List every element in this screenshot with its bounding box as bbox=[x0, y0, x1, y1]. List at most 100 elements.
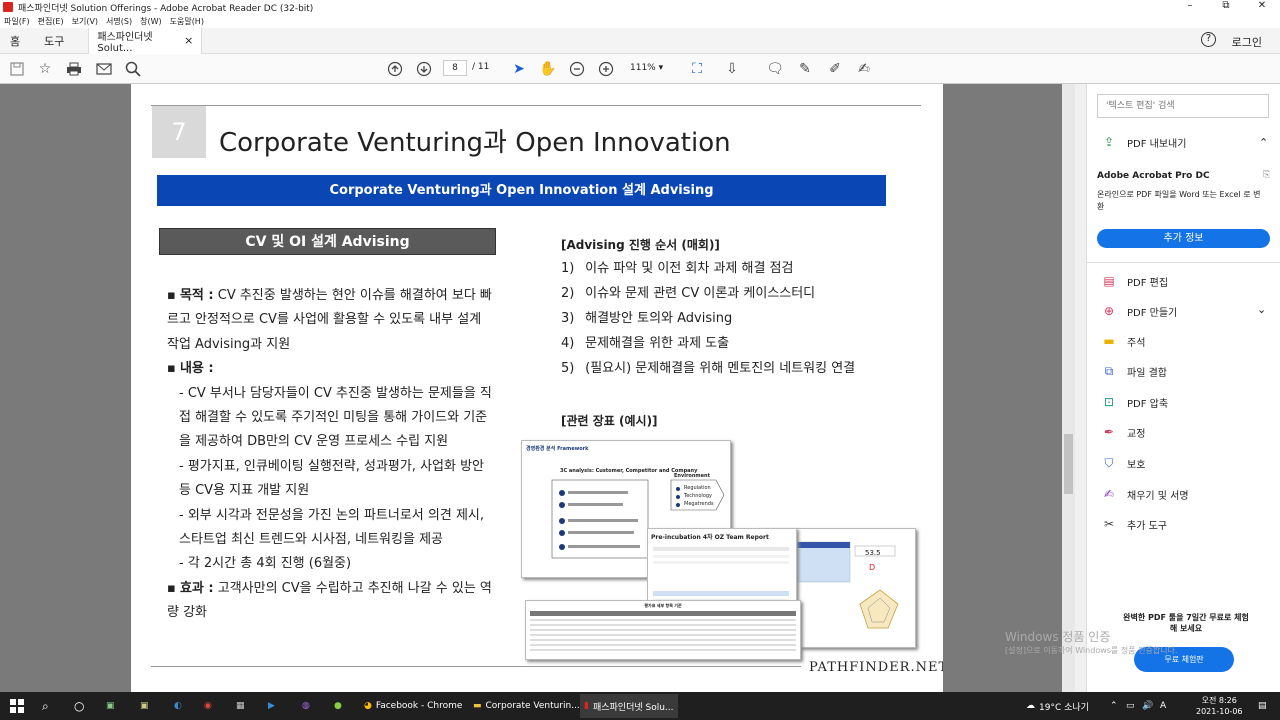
document-viewer: 7 Corporate Venturing과 Open Innovation C… bbox=[0, 84, 1075, 692]
tool-redact[interactable]: ✒ 교정 bbox=[1101, 424, 1145, 440]
print-icon[interactable] bbox=[65, 60, 83, 78]
tools-pane: '텍스트 편집' 검색 ⇪ PDF 내보내기 ⌃ Adobe Acrobat P… bbox=[1086, 84, 1280, 692]
scroll-mode-icon[interactable]: ⇩ bbox=[723, 60, 741, 78]
tool-protect[interactable]: ⛉ 보호 bbox=[1101, 455, 1145, 471]
tray-chevron-icon[interactable]: ⌃ bbox=[1110, 696, 1118, 716]
tab-tools[interactable]: 도구 bbox=[44, 33, 64, 49]
prev-page-icon[interactable] bbox=[386, 60, 404, 78]
select-cursor-icon[interactable]: ➤ bbox=[510, 60, 528, 78]
notification-icon[interactable]: ▤ bbox=[1258, 696, 1267, 716]
help-icon[interactable]: ? bbox=[1201, 32, 1216, 47]
scrollbar-thumb[interactable] bbox=[1064, 434, 1073, 494]
email-icon[interactable] bbox=[95, 60, 113, 78]
app-icon[interactable]: ▣ bbox=[140, 696, 149, 716]
purpose-bullet: ▪ 목적 : CV 추진중 발생하는 현안 이슈를 해결하여 보다 빠르고 안정… bbox=[167, 288, 492, 352]
menu-help[interactable]: 도움말(H) bbox=[170, 16, 204, 27]
zoom-in-icon[interactable] bbox=[597, 60, 615, 78]
export-pdf-item[interactable]: ⇪ PDF 내보내기 bbox=[1101, 134, 1187, 150]
clock[interactable]: 오전 8:26 2021-10-06 bbox=[1196, 695, 1243, 717]
shield-icon: ⛉ bbox=[1104, 455, 1114, 470]
zoom-icon[interactable]: ▶ bbox=[268, 696, 275, 716]
menu-file[interactable]: 파일(F) bbox=[4, 16, 30, 27]
close-button[interactable]: ✕ bbox=[1244, 0, 1280, 11]
highlight-pen-icon[interactable]: ✎ bbox=[796, 60, 814, 78]
maximize-button[interactable]: ⧉ bbox=[1208, 0, 1244, 11]
next-page-icon[interactable] bbox=[415, 60, 433, 78]
search-icon[interactable] bbox=[124, 60, 142, 78]
effect-bullet: ▪ 효과 : 고객사만의 CV을 수립하고 추진해 나갈 수 있는 역량 강화 bbox=[167, 580, 492, 621]
tool-more[interactable]: ✂ 추가 도구 bbox=[1101, 516, 1167, 532]
taskbar-label: Corporate Venturin... bbox=[485, 701, 580, 711]
draw-icon[interactable]: ✐ bbox=[826, 60, 844, 78]
taskbar-label: 패스파인더넷 Solu... bbox=[592, 702, 674, 713]
menu-view[interactable]: 보기(V) bbox=[72, 16, 98, 27]
tab-document[interactable]: 패스파인더넷 Solut... × bbox=[88, 27, 203, 54]
search-icon[interactable]: ⌕ bbox=[42, 696, 49, 716]
tool-fill-sign[interactable]: ✍ 채우기 및 서명 bbox=[1101, 486, 1189, 502]
fit-page-icon[interactable]: ⛶ bbox=[688, 60, 706, 78]
taskbar-word[interactable]: ▬ Corporate Venturin... bbox=[473, 696, 580, 716]
network-icon[interactable]: ▭ bbox=[1126, 696, 1135, 716]
app-icon[interactable]: ▦ bbox=[236, 696, 245, 716]
chevron-down-icon[interactable]: ⌄ bbox=[1257, 303, 1266, 316]
ime-indicator[interactable]: A bbox=[1160, 696, 1166, 716]
tool-edit-pdf[interactable]: ▤ PDF 편집 bbox=[1101, 273, 1168, 289]
volume-icon[interactable]: 🔊 bbox=[1142, 696, 1153, 716]
tool-label: 채우기 및 서명 bbox=[1127, 490, 1189, 502]
doc1-item: Technology bbox=[684, 493, 713, 499]
tool-label: PDF 압축 bbox=[1127, 398, 1169, 410]
more-info-button[interactable]: 추가 정보 bbox=[1097, 229, 1270, 248]
menu-window[interactable]: 창(W) bbox=[140, 16, 162, 27]
share-icon[interactable]: ⎘ bbox=[1263, 170, 1270, 180]
app-icon[interactable]: ● bbox=[334, 696, 342, 716]
fill-sign-icon: ✍ bbox=[1103, 487, 1115, 501]
tool-search-input[interactable]: '텍스트 편집' 검색 bbox=[1097, 94, 1269, 118]
messenger-icon[interactable]: ◍ bbox=[302, 696, 310, 716]
taskbar-acrobat[interactable]: ▮ 패스파인더넷 Solu... bbox=[580, 694, 678, 718]
content-label: 내용 : bbox=[179, 361, 214, 377]
tool-compress[interactable]: ⊡ PDF 압축 bbox=[1101, 394, 1168, 410]
compress-pdf-icon: ⊡ bbox=[1103, 395, 1115, 409]
docs-title: [관련 장표 (예시)] bbox=[561, 414, 658, 428]
vertical-scrollbar[interactable] bbox=[1062, 84, 1075, 692]
sign-icon[interactable]: ✍ bbox=[855, 60, 873, 78]
tool-label: 주석 bbox=[1127, 337, 1146, 349]
acrobat-icon: ▮ bbox=[584, 701, 589, 711]
tool-comment[interactable]: ▬ 주석 bbox=[1101, 333, 1145, 349]
tool-combine[interactable]: ⧉ 파일 결합 bbox=[1101, 363, 1167, 379]
windows-start-icon[interactable] bbox=[10, 696, 24, 716]
taskbar: ⌕ ○ ▣ ▣ ◐ ◉ ▦ ▶ ◍ ● ◕ Facebook - Chrome ▬… bbox=[0, 692, 1280, 720]
hand-tool-icon[interactable]: ✋ bbox=[539, 60, 557, 78]
save-icon[interactable] bbox=[8, 60, 26, 78]
chevron-up-icon[interactable]: ⌃ bbox=[1259, 136, 1268, 149]
menu-sign[interactable]: 서명(S) bbox=[106, 16, 132, 27]
login-button[interactable]: 로그인 bbox=[1232, 34, 1262, 50]
weather-widget[interactable]: ☁ 19°C 소나기 bbox=[1026, 696, 1089, 716]
bottom-rule bbox=[151, 666, 801, 667]
taskbar-chrome[interactable]: ◕ Facebook - Chrome bbox=[364, 696, 462, 716]
tab-close-icon[interactable]: × bbox=[184, 34, 193, 47]
time: 오전 8:26 bbox=[1201, 696, 1237, 705]
zoom-out-icon[interactable] bbox=[568, 60, 586, 78]
taskbar-label: Facebook - Chrome bbox=[375, 701, 463, 711]
window-title: 패스파인더넷 Solution Offerings - Adobe Acroba… bbox=[18, 3, 314, 14]
app-icon[interactable]: ◉ bbox=[204, 696, 212, 716]
zoom-select[interactable]: 111% ▾ bbox=[630, 60, 676, 76]
effect-label: 효과 : bbox=[179, 580, 214, 596]
comment-icon[interactable]: 🗨 bbox=[766, 60, 784, 78]
task-view-icon[interactable]: ○ bbox=[74, 696, 84, 716]
tool-create-pdf[interactable]: ⊕ PDF 만들기 bbox=[1101, 303, 1177, 319]
more-tools-icon: ✂ bbox=[1103, 517, 1115, 531]
menu-edit[interactable]: 편집(E) bbox=[38, 16, 64, 27]
watermark-line1: Windows 정품 인증 bbox=[1005, 630, 1111, 644]
bookmark-star-icon[interactable]: ☆ bbox=[36, 60, 54, 78]
edge-icon[interactable]: ◐ bbox=[174, 696, 182, 716]
app-icon[interactable]: ▣ bbox=[106, 696, 115, 716]
section-header: CV 및 OI 설계 Advising bbox=[159, 228, 496, 255]
left-content: ▪ 목적 : CV 추진중 발생하는 현안 이슈를 해결하여 보다 빠르고 안정… bbox=[167, 284, 497, 626]
tab-home[interactable]: 홈 bbox=[10, 33, 20, 49]
page-total: / 11 bbox=[472, 62, 490, 72]
comment-icon: ▬ bbox=[1103, 334, 1115, 348]
page-number-input[interactable]: 8 bbox=[443, 60, 467, 76]
minimize-button[interactable]: – bbox=[1172, 0, 1208, 11]
